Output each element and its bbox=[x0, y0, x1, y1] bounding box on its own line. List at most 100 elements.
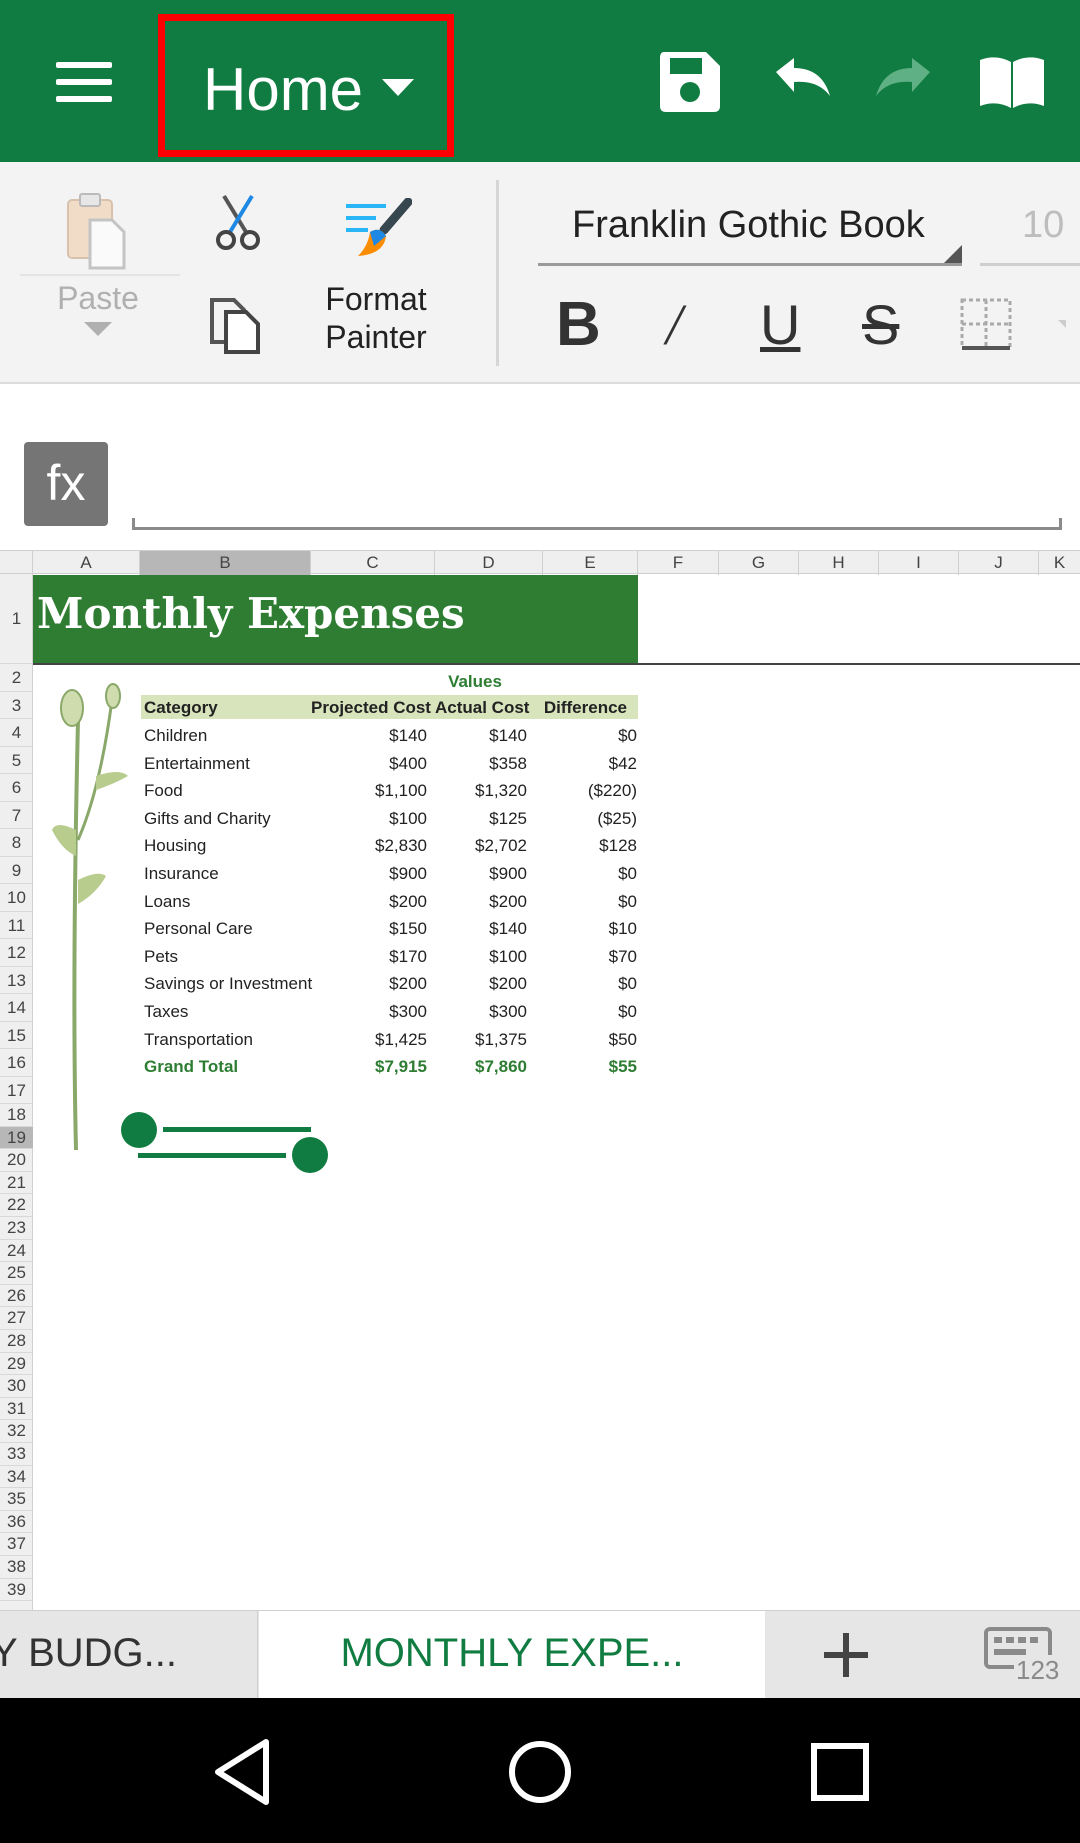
redo-icon[interactable] bbox=[870, 46, 942, 118]
recents-icon[interactable] bbox=[802, 1734, 878, 1810]
grand-total-cell-category[interactable]: Grand Total bbox=[144, 1057, 238, 1077]
insert-function-button[interactable]: fx bbox=[24, 442, 108, 526]
cell-projected-cost[interactable]: $200 bbox=[311, 892, 427, 912]
cell-projected-cost[interactable]: $2,830 bbox=[311, 836, 427, 856]
paste-button[interactable]: Paste bbox=[18, 280, 178, 317]
menu-button[interactable] bbox=[46, 50, 122, 114]
column-header-c[interactable]: C bbox=[311, 551, 435, 575]
row-header[interactable]: 32 bbox=[0, 1420, 33, 1443]
row-header[interactable]: 26 bbox=[0, 1285, 33, 1308]
cell-actual-cost[interactable]: $100 bbox=[435, 947, 527, 967]
row-header[interactable]: 3 bbox=[0, 692, 33, 719]
row-header[interactable]: 33 bbox=[0, 1443, 33, 1466]
numeric-keyboard-button[interactable]: 123 bbox=[984, 1627, 1062, 1686]
column-header-g[interactable]: G bbox=[719, 551, 799, 575]
column-header-corner[interactable] bbox=[0, 551, 33, 575]
cell-actual-cost[interactable]: $125 bbox=[435, 809, 527, 829]
cell-projected-cost[interactable]: $150 bbox=[311, 919, 427, 939]
sheet-title-band[interactable]: Monthly Expenses bbox=[33, 575, 638, 663]
row-header[interactable]: 14 bbox=[0, 994, 33, 1022]
formula-input[interactable] bbox=[132, 442, 1062, 530]
cell-category[interactable]: Insurance bbox=[144, 864, 219, 884]
format-painter-button[interactable]: Format Painter bbox=[300, 280, 452, 356]
row-header[interactable]: 17 bbox=[0, 1077, 33, 1104]
read-mode-icon[interactable] bbox=[976, 46, 1048, 118]
cell-category[interactable]: Taxes bbox=[144, 1002, 188, 1022]
row-header[interactable]: 27 bbox=[0, 1307, 33, 1330]
row-header[interactable]: 5 bbox=[0, 747, 33, 774]
column-header-e[interactable]: E bbox=[543, 551, 638, 575]
row-header[interactable]: 31 bbox=[0, 1398, 33, 1421]
cell-actual-cost[interactable]: $300 bbox=[435, 1002, 527, 1022]
cell-projected-cost[interactable]: $400 bbox=[311, 754, 427, 774]
paste-options-caret-icon[interactable] bbox=[84, 322, 112, 336]
row-header[interactable]: 20 bbox=[0, 1149, 33, 1172]
row-header[interactable]: 30 bbox=[0, 1375, 33, 1398]
row-header[interactable]: 13 bbox=[0, 967, 33, 994]
cell-actual-cost[interactable]: $140 bbox=[435, 919, 527, 939]
header-category[interactable]: Category bbox=[144, 698, 218, 718]
cell-actual-cost[interactable]: $1,375 bbox=[435, 1030, 527, 1050]
font-name-dropdown[interactable]: Franklin Gothic Book bbox=[538, 196, 962, 266]
cell-difference[interactable]: $0 bbox=[543, 726, 637, 746]
row-header[interactable]: 8 bbox=[0, 829, 33, 857]
column-header-d[interactable]: D bbox=[435, 551, 543, 575]
cell-projected-cost[interactable]: $170 bbox=[311, 947, 427, 967]
bold-button[interactable]: B bbox=[556, 282, 606, 368]
cell-difference[interactable]: $10 bbox=[543, 919, 637, 939]
cell-projected-cost[interactable]: $100 bbox=[311, 809, 427, 829]
row-header[interactable]: 28 bbox=[0, 1330, 33, 1353]
column-header-k[interactable]: K bbox=[1039, 551, 1080, 575]
underline-button[interactable]: U bbox=[760, 282, 810, 368]
grand-total-cell-difference[interactable]: $55 bbox=[543, 1057, 637, 1077]
cell-category[interactable]: Savings or Investment bbox=[144, 974, 312, 994]
cell-difference[interactable]: $128 bbox=[543, 836, 637, 856]
cell-actual-cost[interactable]: $2,702 bbox=[435, 836, 527, 856]
row-header[interactable]: 21 bbox=[0, 1172, 33, 1195]
cell-projected-cost[interactable]: $900 bbox=[311, 864, 427, 884]
row-header[interactable]: 23 bbox=[0, 1217, 33, 1240]
row-header[interactable]: 34 bbox=[0, 1466, 33, 1489]
row-header[interactable]: 29 bbox=[0, 1353, 33, 1376]
column-header-a[interactable]: A bbox=[33, 551, 140, 575]
cell-projected-cost[interactable]: $1,425 bbox=[311, 1030, 427, 1050]
row-header[interactable]: 38 bbox=[0, 1556, 33, 1579]
cell-projected-cost[interactable]: $1,100 bbox=[311, 781, 427, 801]
cell-actual-cost[interactable]: $200 bbox=[435, 974, 527, 994]
borders-icon[interactable] bbox=[960, 298, 1012, 350]
row-header[interactable]: 35 bbox=[0, 1488, 33, 1511]
cell-category[interactable]: Food bbox=[144, 781, 183, 801]
row-header[interactable]: 22 bbox=[0, 1194, 33, 1217]
cell-difference[interactable]: ($220) bbox=[543, 781, 637, 801]
row-header[interactable]: 37 bbox=[0, 1533, 33, 1556]
row-header[interactable]: 4 bbox=[0, 719, 33, 747]
plus-icon[interactable] bbox=[810, 1619, 882, 1691]
copy-icon[interactable] bbox=[206, 294, 264, 354]
sheet-tab-monthly-expenses[interactable]: MONTHLY EXPE... bbox=[259, 1611, 765, 1699]
home-icon[interactable] bbox=[502, 1734, 578, 1810]
grand-total-cell-projected-cost[interactable]: $7,915 bbox=[311, 1057, 427, 1077]
undo-icon[interactable] bbox=[764, 46, 836, 118]
cell-category[interactable]: Gifts and Charity bbox=[144, 809, 271, 829]
cell-category[interactable]: Children bbox=[144, 726, 207, 746]
pivot-values-label[interactable]: Values bbox=[430, 672, 520, 692]
cell-difference[interactable]: $0 bbox=[543, 864, 637, 884]
row-header[interactable]: 6 bbox=[0, 774, 33, 802]
selection-handle-start[interactable] bbox=[121, 1112, 157, 1148]
grand-total-cell-actual-cost[interactable]: $7,860 bbox=[435, 1057, 527, 1077]
column-header-h[interactable]: H bbox=[799, 551, 879, 575]
cut-icon[interactable] bbox=[212, 192, 264, 252]
cell-difference[interactable]: $50 bbox=[543, 1030, 637, 1050]
ribbon-tab-selector[interactable]: Home bbox=[158, 14, 454, 157]
row-header[interactable]: 24 bbox=[0, 1240, 33, 1263]
selection-handle-end[interactable] bbox=[292, 1137, 328, 1173]
column-header-f[interactable]: F bbox=[638, 551, 719, 575]
cell-difference[interactable]: ($25) bbox=[543, 809, 637, 829]
cell-actual-cost[interactable]: $140 bbox=[435, 726, 527, 746]
row-header[interactable]: 10 bbox=[0, 884, 33, 912]
row-header[interactable]: 1 bbox=[0, 574, 33, 664]
column-header-j[interactable]: J bbox=[959, 551, 1039, 575]
cell-difference[interactable]: $42 bbox=[543, 754, 637, 774]
cell-category[interactable]: Housing bbox=[144, 836, 206, 856]
cell-projected-cost[interactable]: $200 bbox=[311, 974, 427, 994]
